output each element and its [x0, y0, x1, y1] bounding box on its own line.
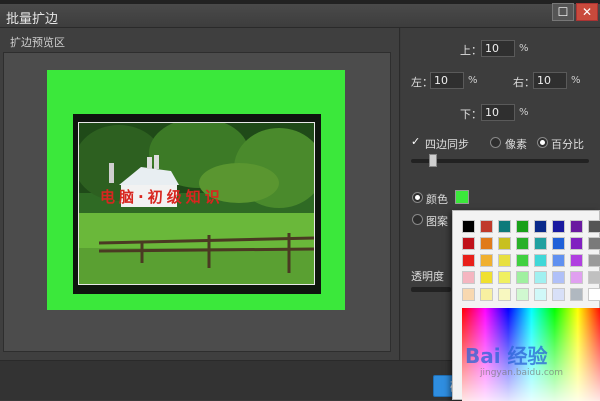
palette-swatch[interactable]: [570, 254, 583, 267]
baidu-url: jingyan.baidu.com: [480, 368, 564, 378]
color-radio[interactable]: [412, 192, 423, 203]
right-label: 右：: [513, 76, 535, 89]
palette-swatch[interactable]: [462, 254, 475, 267]
palette-swatch[interactable]: [480, 271, 493, 284]
palette-swatch[interactable]: [534, 220, 547, 233]
palette-swatch[interactable]: [462, 220, 475, 233]
palette-swatch[interactable]: [498, 254, 511, 267]
maximize-button[interactable]: ☐: [552, 3, 574, 21]
palette-swatch[interactable]: [462, 288, 475, 301]
palette-swatch[interactable]: [534, 254, 547, 267]
palette-swatch[interactable]: [480, 254, 493, 267]
palette-swatch[interactable]: [516, 220, 529, 233]
palette-swatch[interactable]: [552, 288, 565, 301]
palette-swatch[interactable]: [480, 288, 493, 301]
palette-swatch[interactable]: [570, 288, 583, 301]
opacity-slider[interactable]: [411, 287, 451, 292]
pattern-radio[interactable]: [412, 214, 423, 225]
palette-swatch[interactable]: [552, 220, 565, 233]
preview-label: 扩边预览区: [10, 36, 65, 49]
window-title: 批量扩边: [6, 12, 59, 27]
palette-swatch[interactable]: [516, 288, 529, 301]
palette-swatch[interactable]: [516, 237, 529, 250]
palette-swatch[interactable]: [588, 288, 600, 301]
palette-swatch[interactable]: [588, 271, 600, 284]
palette-swatch[interactable]: [498, 288, 511, 301]
bottom-unit: %: [519, 107, 529, 118]
close-button[interactable]: ✕: [576, 3, 598, 21]
pixel-label: 像素: [505, 138, 527, 151]
right-unit: %: [571, 75, 581, 86]
percent-radio[interactable]: [537, 137, 548, 148]
left-margin-input[interactable]: 10: [430, 72, 464, 89]
palette-swatch[interactable]: [552, 271, 565, 284]
percent-label: 百分比: [551, 138, 584, 151]
palette-swatch[interactable]: [552, 237, 565, 250]
palette-swatch[interactable]: [552, 254, 565, 267]
top-label: 上：: [460, 44, 482, 57]
margin-slider-thumb[interactable]: [429, 154, 437, 167]
pattern-label: 图案: [426, 215, 448, 228]
sync-checkbox[interactable]: ✓: [411, 136, 421, 147]
margin-slider[interactable]: [411, 154, 589, 167]
palette-swatch[interactable]: [534, 237, 547, 250]
right-margin-input[interactable]: 10: [533, 72, 567, 89]
maximize-icon: ☐: [557, 5, 569, 19]
palette-swatch[interactable]: [588, 254, 600, 267]
palette-swatch[interactable]: [534, 271, 547, 284]
palette-swatch[interactable]: [588, 220, 600, 233]
palette-swatch[interactable]: [498, 220, 511, 233]
title-bar: 批量扩边: [0, 4, 600, 28]
palette-swatch[interactable]: [516, 254, 529, 267]
top-unit: %: [519, 43, 529, 54]
bottom-margin-input[interactable]: 10: [481, 104, 515, 121]
palette-swatch[interactable]: [534, 288, 547, 301]
palette-swatch[interactable]: [570, 237, 583, 250]
palette-swatch[interactable]: [462, 237, 475, 250]
palette-swatch[interactable]: [570, 220, 583, 233]
palette-swatch[interactable]: [516, 271, 529, 284]
pixel-radio[interactable]: [490, 137, 501, 148]
color-label: 颜色: [426, 193, 448, 206]
sync-label: 四边同步: [425, 138, 469, 151]
palette-swatch[interactable]: [480, 220, 493, 233]
palette-swatch[interactable]: [570, 271, 583, 284]
baidu-logo: Bai 经验: [465, 344, 548, 368]
palette-swatch[interactable]: [462, 271, 475, 284]
top-margin-input[interactable]: 10: [481, 40, 515, 57]
opacity-label: 透明度: [411, 270, 444, 283]
preview-watermark: 电脑·初级知识: [100, 188, 224, 206]
palette-swatch[interactable]: [588, 237, 600, 250]
close-icon: ✕: [581, 5, 593, 19]
palette-swatch[interactable]: [480, 237, 493, 250]
palette-swatch[interactable]: [498, 271, 511, 284]
left-unit: %: [468, 75, 478, 86]
bottom-label: 下：: [460, 108, 482, 121]
color-swatch[interactable]: [455, 190, 469, 204]
palette-swatch[interactable]: [498, 237, 511, 250]
